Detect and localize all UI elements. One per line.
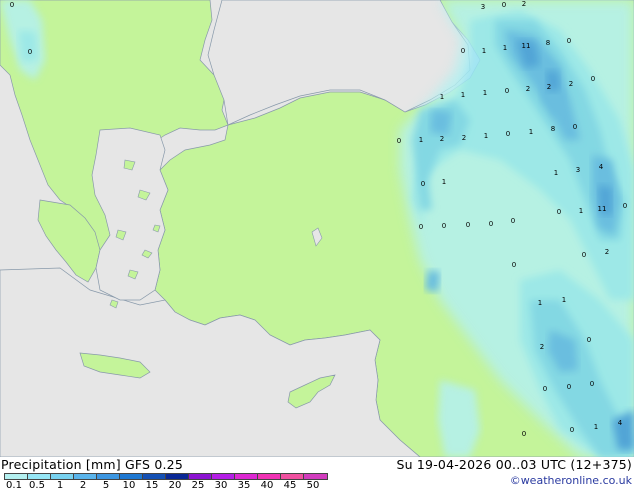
- precip-value-label: 0: [442, 222, 446, 230]
- precip-value-label: 0: [461, 47, 465, 55]
- precip-value-label: 0: [421, 180, 425, 188]
- precip-value-label: 0: [582, 251, 586, 259]
- precip-value-label: 2: [440, 135, 444, 143]
- legend-swatch: [211, 473, 235, 480]
- precip-value-label: 2: [569, 80, 573, 88]
- legend-tick-label: 40: [260, 480, 274, 491]
- legend-swatch: [165, 473, 189, 480]
- precip-value-label: 0: [567, 383, 571, 391]
- legend-swatch: [280, 473, 304, 480]
- map-canvas: 003 0 20 1 1 11 8 01 1 1 0 2 2 200 1 2 2 1 0 1 8 00 11 3 40 1 11 00…: [0, 0, 634, 457]
- precip-value-label: 4: [618, 419, 623, 427]
- precip-value-label: 0: [587, 336, 591, 344]
- precip-value-label: 0: [567, 37, 571, 45]
- precip-value-label: 1: [442, 178, 446, 186]
- precip-value-label: 0: [522, 430, 526, 438]
- legend-tick-label: 35: [237, 480, 251, 491]
- legend-swatch: [4, 473, 28, 480]
- precip-value-label: 0: [573, 123, 577, 131]
- precip-value-label: 0: [623, 202, 627, 210]
- legend-swatch: [142, 473, 166, 480]
- legend-swatch: [50, 473, 74, 480]
- precip-value-label: 0: [543, 385, 547, 393]
- precip-value-label: 0: [506, 130, 510, 138]
- legend-tick-label: 5: [102, 480, 110, 491]
- map-footer: Precipitation [mm] GFS 0.25 Su 19-04-202…: [0, 457, 634, 492]
- precip-value-label: 2: [526, 85, 530, 93]
- legend-swatch: [119, 473, 143, 480]
- precip-value-label: 1: [579, 207, 583, 215]
- precip-value-label: 1: [419, 136, 423, 144]
- precip-value-label: 0: [10, 1, 14, 9]
- precipitation-map: 0 0 3 0 2 0 1 1 11 8 0 1 1 1 0 2 2 2 0 0 1 2 2 1 0 1 8 0 0 1 1 3 4 0 1 11 0 0…: [0, 0, 634, 457]
- legend-swatch: [303, 473, 328, 480]
- legend-tick-label: 50: [306, 480, 320, 491]
- legend-swatch: [96, 473, 120, 480]
- precip-value-label: 1: [554, 169, 558, 177]
- precip-value-label: 11: [598, 205, 607, 213]
- credit-link[interactable]: ©weatheronline.co.uk: [510, 474, 632, 487]
- precip-value-label: 0: [466, 221, 470, 229]
- legend-tick-label: 0.1: [6, 480, 22, 491]
- precip-value-label: 11: [522, 42, 531, 50]
- precip-value-label: 2: [522, 0, 526, 8]
- legend-tick-label: 45: [283, 480, 297, 491]
- precip-value-label: 0: [511, 217, 515, 225]
- precip-value-label: 0: [512, 261, 516, 269]
- legend-swatch: [27, 473, 51, 480]
- legend-tick-label: 20: [168, 480, 182, 491]
- legend-tick-label: 10: [122, 480, 136, 491]
- precip-value-label: 8: [546, 39, 550, 47]
- legend-tick-label: 15: [145, 480, 159, 491]
- precip-value-label: 1: [461, 91, 465, 99]
- precip-value-label: 1: [440, 93, 444, 101]
- legend-tick-label: 0.5: [29, 480, 45, 491]
- precip-value-label: 3: [576, 166, 580, 174]
- precip-value-label: 2: [462, 134, 466, 142]
- precip-value-label: 0: [590, 380, 594, 388]
- map-title: Precipitation [mm] GFS 0.25: [1, 457, 183, 472]
- precip-value-label: 4: [599, 163, 604, 171]
- precip-value-label: 0: [502, 1, 506, 9]
- precip-value-label: 0: [557, 208, 561, 216]
- legend-swatch: [188, 473, 212, 480]
- legend-tick-label: 2: [79, 480, 87, 491]
- legend-swatch: [257, 473, 281, 480]
- precip-value-label: 3: [481, 3, 485, 11]
- precip-value-label: 0: [397, 137, 401, 145]
- precip-value-label: 0: [505, 87, 509, 95]
- precip-value-label: 0: [419, 223, 423, 231]
- precip-value-label: 1: [503, 44, 507, 52]
- precip-value-label: 1: [529, 128, 533, 136]
- precip-value-label: 0: [489, 220, 493, 228]
- precip-value-label: 0: [591, 75, 595, 83]
- legend-ticks: 0.1 0.5 1 2 5 10 15 20 25 30 35 40 45 50: [0, 480, 330, 492]
- precip-value-label: 0: [570, 426, 574, 434]
- legend-tick-label: 25: [191, 480, 205, 491]
- precip-value-label: 1: [594, 423, 598, 431]
- precip-value-label: 1: [562, 296, 566, 304]
- precip-value-label: 0: [28, 48, 32, 56]
- legend-swatch: [234, 473, 258, 480]
- precip-value-label: 1: [483, 89, 487, 97]
- legend-swatch: [73, 473, 97, 480]
- precip-value-label: 2: [605, 248, 609, 256]
- precip-value-label: 8: [551, 125, 555, 133]
- precip-value-label: 2: [540, 343, 544, 351]
- precip-value-label: 2: [547, 83, 551, 91]
- legend-tick-label: 30: [214, 480, 228, 491]
- precip-value-label: 1: [482, 47, 486, 55]
- legend-tick-label: 1: [56, 480, 64, 491]
- valid-time: Su 19-04-2026 00..03 UTC (12+375): [396, 457, 632, 472]
- precip-value-label: 1: [538, 299, 542, 307]
- precip-value-label: 1: [484, 132, 488, 140]
